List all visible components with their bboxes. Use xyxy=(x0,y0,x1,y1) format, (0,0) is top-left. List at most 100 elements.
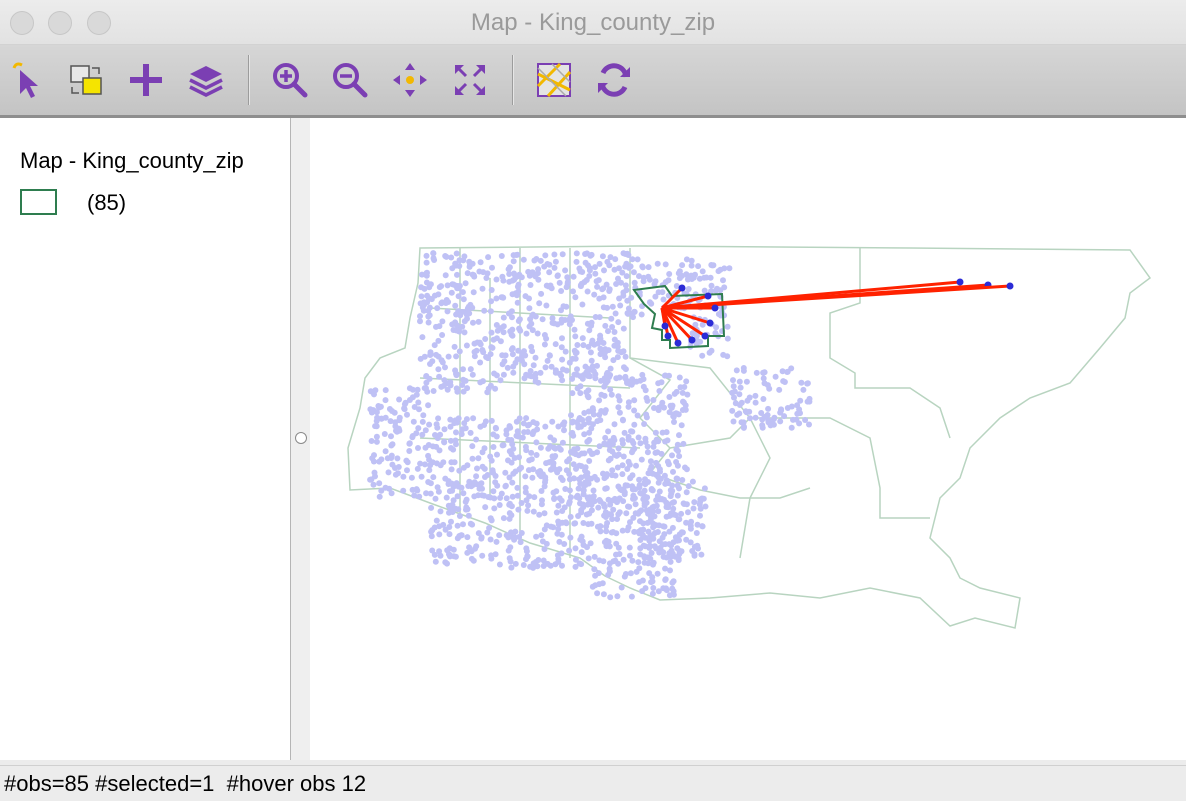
zip-point xyxy=(630,269,637,276)
zip-point xyxy=(538,473,544,480)
zip-point xyxy=(417,313,423,320)
zip-point xyxy=(595,504,602,511)
zip-point xyxy=(453,371,460,378)
zip-point xyxy=(798,379,805,386)
zip-point xyxy=(470,415,477,422)
refresh-button[interactable] xyxy=(594,60,634,100)
zip-point xyxy=(519,350,526,357)
layers-button[interactable] xyxy=(186,60,226,100)
zip-point xyxy=(505,310,512,317)
zip-point xyxy=(542,364,549,371)
zip-point xyxy=(474,465,480,472)
zip-point xyxy=(569,390,576,397)
zip-point xyxy=(503,431,510,438)
zip-point xyxy=(459,382,466,388)
zip-point xyxy=(596,336,603,343)
selection-shape-tool-button[interactable] xyxy=(66,60,106,100)
zip-point xyxy=(436,284,443,291)
zip-point xyxy=(747,415,753,422)
splitter-handle[interactable] xyxy=(295,432,307,444)
zip-point xyxy=(530,564,537,571)
zip-point xyxy=(502,469,509,476)
zip-point xyxy=(396,396,403,403)
basemap-button[interactable] xyxy=(534,60,574,100)
zip-point xyxy=(368,438,375,444)
zip-point xyxy=(512,560,519,567)
zip-point xyxy=(784,405,791,411)
legend-title: Map - King_county_zip xyxy=(20,148,244,173)
map-canvas[interactable] xyxy=(310,118,1186,760)
zip-point xyxy=(676,268,683,275)
zip-point xyxy=(525,502,532,509)
zip-point xyxy=(679,477,686,483)
zip-point xyxy=(448,445,454,451)
panel-splitter[interactable] xyxy=(291,118,310,760)
zip-point xyxy=(508,459,515,466)
zip-point xyxy=(487,308,494,315)
zip-point xyxy=(620,556,627,563)
zip-point xyxy=(506,264,513,271)
zip-point xyxy=(551,251,558,258)
zip-point xyxy=(688,262,695,269)
zip-point xyxy=(432,432,438,438)
zip-point xyxy=(439,332,446,338)
add-layer-button[interactable] xyxy=(126,60,166,100)
zip-point xyxy=(726,265,733,272)
zoom-in-button[interactable] xyxy=(270,60,310,100)
zip-point xyxy=(630,495,636,502)
zip-point xyxy=(455,293,462,300)
zip-point xyxy=(632,501,639,508)
zip-point xyxy=(665,277,672,284)
zip-point xyxy=(456,467,463,474)
zip-point xyxy=(669,579,676,586)
zip-point xyxy=(426,421,433,428)
zip-point xyxy=(506,510,513,517)
zip-point xyxy=(566,359,573,366)
select-tool-button[interactable] xyxy=(6,60,46,100)
zip-point xyxy=(509,493,516,500)
zip-point xyxy=(533,452,540,458)
refresh-icon xyxy=(598,63,630,97)
zip-point xyxy=(759,422,766,429)
zip-point xyxy=(427,480,434,487)
full-extent-button[interactable] xyxy=(450,60,490,100)
zip-point xyxy=(627,263,634,270)
zip-point xyxy=(779,368,786,375)
zip-point xyxy=(382,448,389,455)
zip-point xyxy=(629,438,636,444)
zip-point xyxy=(549,319,556,326)
zip-point xyxy=(689,478,696,485)
pan-button[interactable] xyxy=(390,60,430,100)
zip-point xyxy=(477,259,484,266)
zip-point xyxy=(651,439,658,446)
zip-point xyxy=(592,270,599,277)
zip-point xyxy=(655,508,662,515)
zip-point xyxy=(643,411,650,418)
zoom-out-button[interactable] xyxy=(330,60,370,100)
map-view[interactable] xyxy=(310,118,1186,760)
neighbor-point xyxy=(1006,282,1014,290)
zip-point xyxy=(622,282,629,289)
zip-point xyxy=(460,257,467,264)
zip-point xyxy=(654,449,661,456)
zip-point xyxy=(690,505,697,512)
legend-swatch[interactable] xyxy=(20,189,57,215)
zip-point xyxy=(601,267,607,274)
zip-point xyxy=(422,427,429,434)
zip-point xyxy=(419,304,426,311)
zip-point xyxy=(543,540,550,547)
zip-point xyxy=(491,495,498,502)
zip-point xyxy=(555,423,562,430)
zip-point xyxy=(488,417,495,424)
zip-point xyxy=(441,426,448,433)
zip-point xyxy=(452,302,459,309)
zip-point xyxy=(624,380,630,386)
zip-point xyxy=(517,327,524,334)
zip-point xyxy=(504,364,511,371)
zip-point xyxy=(615,404,622,411)
zip-point xyxy=(573,258,580,265)
zip-point xyxy=(606,560,613,567)
zip-point xyxy=(602,407,609,414)
zip-point xyxy=(600,285,607,292)
zip-point xyxy=(752,399,759,406)
